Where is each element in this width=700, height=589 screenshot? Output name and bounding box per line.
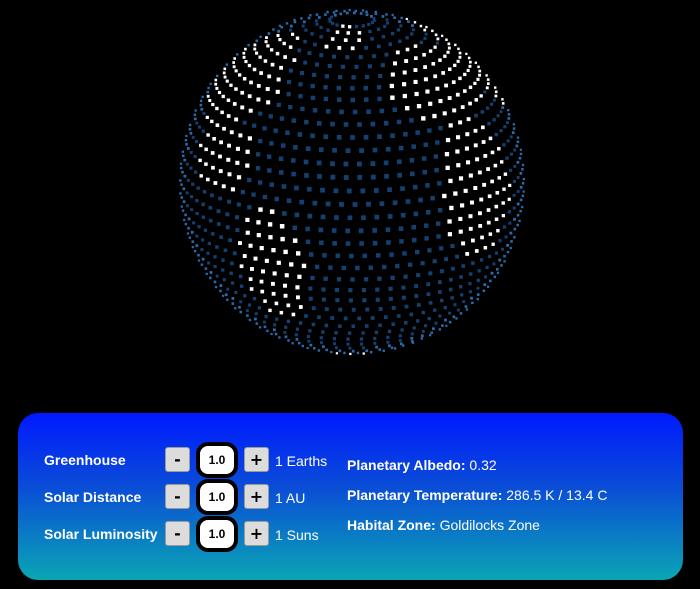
solar-distance-label: Solar Distance (44, 489, 142, 505)
temperature-stat: Planetary Temperature: 286.5 K / 13.4 C (347, 487, 607, 503)
solar-luminosity-input[interactable] (196, 516, 238, 552)
solar-luminosity-unit: 1 Suns (275, 527, 319, 543)
temperature-value: 286.5 K / 13.4 C (506, 487, 608, 503)
greenhouse-unit: 1 Earths (275, 453, 328, 469)
solar-luminosity-row: Solar Luminosity - + 1 Suns (18, 516, 358, 554)
solar-distance-increase-button[interactable]: + (244, 484, 269, 509)
greenhouse-increase-button[interactable]: + (244, 447, 269, 472)
greenhouse-label: Greenhouse (44, 452, 126, 468)
greenhouse-row: Greenhouse - + 1 Earths (18, 442, 358, 480)
solar-luminosity-label: Solar Luminosity (44, 526, 158, 542)
habitable-zone-stat: Habital Zone: Goldilocks Zone (347, 517, 540, 533)
solar-distance-decrease-button[interactable]: - (165, 484, 190, 509)
solar-luminosity-decrease-button[interactable]: - (165, 521, 190, 546)
habitable-zone-label: Habital Zone: (347, 517, 436, 533)
albedo-stat: Planetary Albedo: 0.32 (347, 457, 497, 473)
temperature-label: Planetary Temperature: (347, 487, 503, 503)
control-panel: Greenhouse - + 1 Earths Solar Distance -… (18, 413, 683, 580)
solar-distance-input[interactable] (196, 479, 238, 515)
solar-luminosity-increase-button[interactable]: + (244, 521, 269, 546)
habitable-zone-value: Goldilocks Zone (439, 517, 540, 533)
greenhouse-input[interactable] (196, 442, 238, 478)
planet-globe[interactable] (0, 0, 700, 400)
planet-view[interactable] (0, 0, 700, 400)
solar-distance-row: Solar Distance - + 1 AU (18, 479, 358, 517)
albedo-value: 0.32 (469, 457, 497, 473)
solar-distance-unit: 1 AU (275, 490, 306, 506)
greenhouse-decrease-button[interactable]: - (165, 447, 190, 472)
globe-dots (179, 8, 525, 356)
albedo-label: Planetary Albedo: (347, 457, 466, 473)
